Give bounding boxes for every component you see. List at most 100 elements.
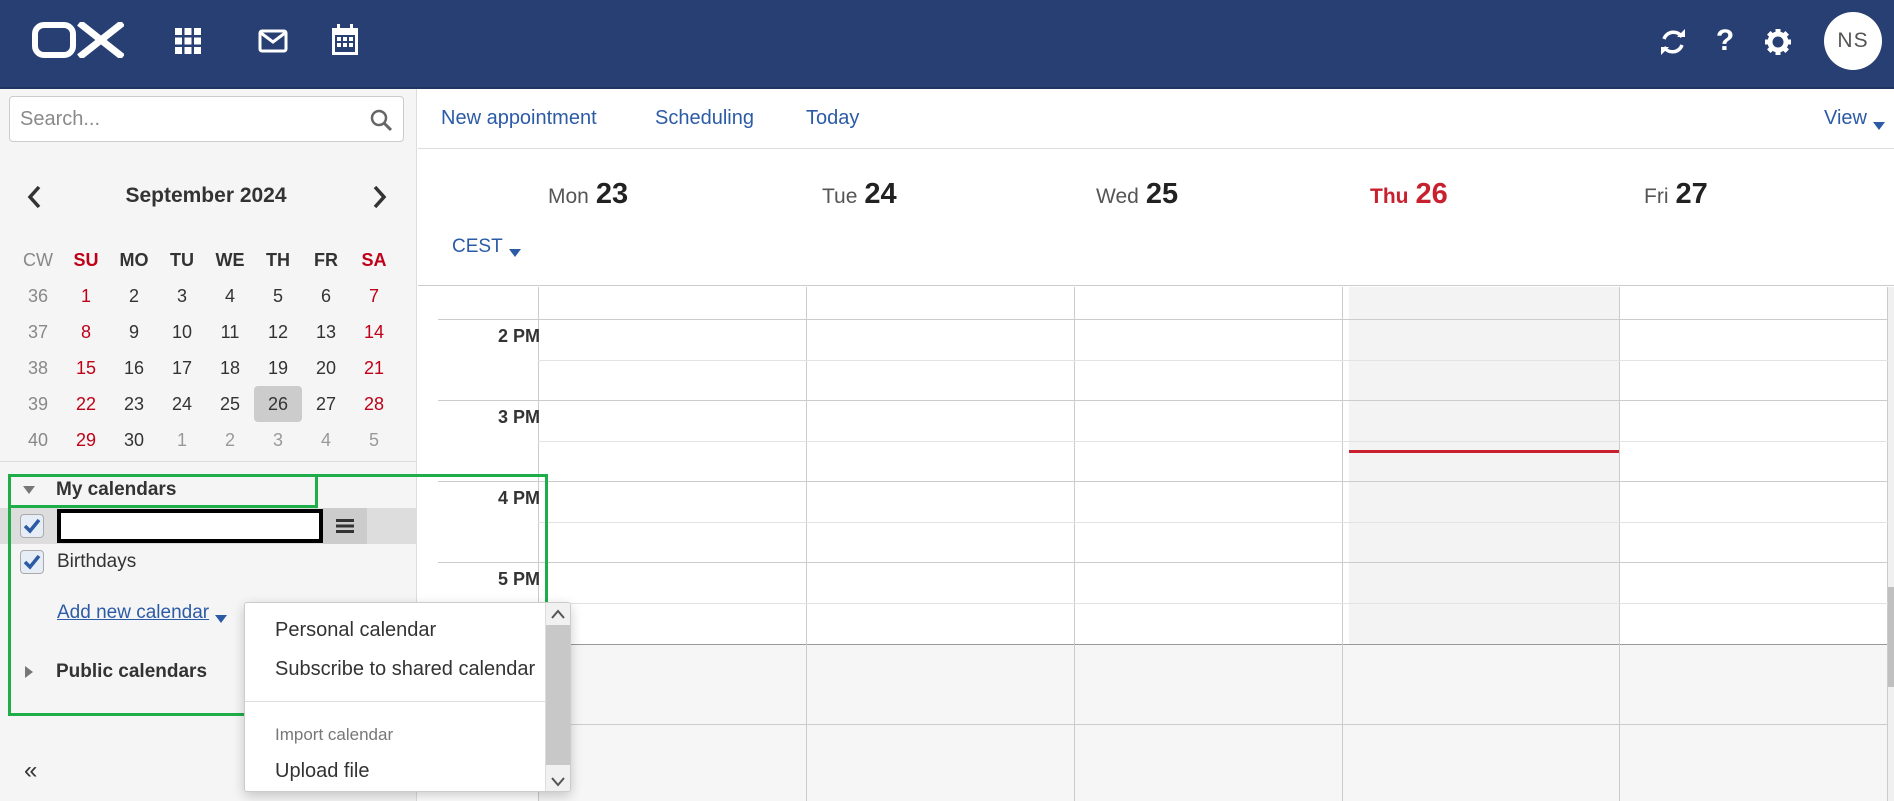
day-cell[interactable]: 1 bbox=[158, 422, 206, 458]
day-cell[interactable]: 25 bbox=[206, 386, 254, 422]
day-cell[interactable]: 10 bbox=[158, 314, 206, 350]
day-name: Tue bbox=[822, 185, 858, 208]
scroll-down-icon[interactable] bbox=[550, 775, 566, 789]
scrollbar-thumb[interactable] bbox=[546, 625, 570, 765]
hour-line bbox=[438, 400, 1894, 401]
day-cell[interactable]: 11 bbox=[206, 314, 254, 350]
search-icon[interactable] bbox=[369, 108, 393, 132]
day-cell[interactable]: 30 bbox=[110, 422, 158, 458]
mini-calendar-grid: CW SU MO TU WE TH FR SA 36 1 2 3 4 5 6 7 37 8 9 10 11 12 13 14 3… bbox=[14, 242, 398, 458]
day-cell[interactable]: 19 bbox=[254, 350, 302, 386]
scheduling-button[interactable]: Scheduling bbox=[655, 107, 754, 130]
menu-item-upload-file[interactable]: Upload file bbox=[275, 760, 370, 783]
settings-gear-icon[interactable] bbox=[1760, 24, 1796, 60]
menu-item-personal-calendar[interactable]: Personal calendar bbox=[275, 619, 436, 642]
divider bbox=[0, 461, 417, 462]
day-cell[interactable]: 18 bbox=[206, 350, 254, 386]
day-cell[interactable]: 21 bbox=[350, 350, 398, 386]
scroll-up-icon[interactable] bbox=[550, 607, 566, 621]
day-cell[interactable]: 28 bbox=[350, 386, 398, 422]
day-number: 23 bbox=[595, 178, 629, 210]
day-cell[interactable]: 17 bbox=[158, 350, 206, 386]
day-header-thu[interactable]: Thu 26 bbox=[1370, 178, 1448, 211]
half-hour-line bbox=[538, 522, 1894, 523]
day-cell[interactable]: 8 bbox=[62, 314, 110, 350]
day-cell[interactable]: 2 bbox=[110, 278, 158, 314]
caret-down-icon bbox=[508, 242, 521, 257]
ox-logo[interactable] bbox=[32, 22, 124, 58]
timezone-label: CEST bbox=[452, 236, 503, 257]
weekday-header: FR bbox=[314, 249, 338, 270]
day-cell[interactable]: 23 bbox=[110, 386, 158, 422]
day-cell[interactable]: 12 bbox=[254, 314, 302, 350]
day-cell[interactable]: 14 bbox=[350, 314, 398, 350]
day-cell[interactable]: 20 bbox=[302, 350, 350, 386]
weekday-header: TH bbox=[266, 249, 290, 270]
chevron-right-icon[interactable] bbox=[368, 184, 390, 210]
hour-line bbox=[438, 319, 1894, 320]
weekday-header: MO bbox=[119, 249, 149, 270]
day-name: Fri bbox=[1644, 185, 1669, 208]
menu-scrollbar[interactable] bbox=[545, 603, 570, 791]
calendar-icon[interactable] bbox=[328, 22, 362, 58]
search-box bbox=[9, 96, 404, 142]
day-header-tue[interactable]: Tue 24 bbox=[822, 178, 897, 211]
day-number: 27 bbox=[1675, 178, 1708, 210]
day-header-wed[interactable]: Wed 25 bbox=[1096, 178, 1178, 211]
scrollbar-thumb[interactable] bbox=[1888, 587, 1894, 687]
day-cell[interactable]: 5 bbox=[254, 278, 302, 314]
day-cell[interactable]: 3 bbox=[158, 278, 206, 314]
day-cell[interactable]: 26 bbox=[254, 386, 302, 422]
hour-line bbox=[438, 562, 1894, 563]
weekday-header: WE bbox=[215, 249, 245, 270]
help-icon[interactable]: ? bbox=[1708, 22, 1742, 60]
week-row: 40 29 30 1 2 3 4 5 bbox=[14, 422, 398, 458]
day-name: Wed bbox=[1096, 185, 1139, 208]
day-header-mon[interactable]: Mon 23 bbox=[548, 178, 628, 211]
chevron-left-icon[interactable] bbox=[24, 184, 46, 210]
day-cell[interactable]: 2 bbox=[206, 422, 254, 458]
add-calendar-dropdown-menu: Personal calendar Subscribe to shared ca… bbox=[244, 602, 571, 792]
current-time-indicator bbox=[1349, 450, 1619, 453]
day-name: Thu bbox=[1370, 185, 1409, 208]
view-dropdown[interactable]: View bbox=[1824, 107, 1885, 130]
day-cell[interactable]: 7 bbox=[350, 278, 398, 314]
week-number: 36 bbox=[27, 285, 49, 306]
half-hour-line bbox=[538, 603, 1894, 604]
off-hours-region bbox=[538, 644, 1894, 801]
week-number: 37 bbox=[27, 321, 49, 342]
day-cell[interactable]: 1 bbox=[62, 278, 110, 314]
day-cell[interactable]: 9 bbox=[110, 314, 158, 350]
day-cell[interactable]: 16 bbox=[110, 350, 158, 386]
month-title[interactable]: September 2024 bbox=[100, 184, 312, 208]
hour-label: 3 PM bbox=[497, 407, 540, 427]
menu-item-subscribe-shared[interactable]: Subscribe to shared calendar bbox=[275, 658, 535, 681]
day-header-fri[interactable]: Fri 27 bbox=[1644, 178, 1708, 211]
timezone-dropdown[interactable]: CEST bbox=[452, 236, 521, 258]
day-cell[interactable]: 24 bbox=[158, 386, 206, 422]
refresh-icon[interactable] bbox=[1655, 24, 1691, 60]
day-cell[interactable]: 29 bbox=[62, 422, 110, 458]
mail-icon[interactable] bbox=[255, 25, 291, 57]
today-button[interactable]: Today bbox=[806, 107, 859, 130]
day-cell[interactable]: 5 bbox=[350, 422, 398, 458]
day-cell[interactable]: 27 bbox=[302, 386, 350, 422]
user-avatar[interactable]: NS bbox=[1824, 12, 1882, 70]
apps-grid-icon[interactable] bbox=[172, 25, 204, 57]
day-number: 25 bbox=[1145, 178, 1179, 210]
day-cell[interactable]: 22 bbox=[62, 386, 110, 422]
week-time-grid[interactable]: 2 PM 3 PM 4 PM 5 PM bbox=[418, 287, 1894, 801]
day-cell[interactable]: 6 bbox=[302, 278, 350, 314]
search-input[interactable] bbox=[20, 97, 360, 141]
week-day-header: Mon 23 Tue 24 Wed 25 Thu 26 Fri 27 CEST bbox=[418, 150, 1894, 286]
week-row: 36 1 2 3 4 5 6 7 bbox=[14, 278, 398, 314]
weekday-header: SU bbox=[73, 249, 99, 270]
day-cell[interactable]: 3 bbox=[254, 422, 302, 458]
day-cell[interactable]: 13 bbox=[302, 314, 350, 350]
grid-scrollbar[interactable] bbox=[1888, 287, 1894, 801]
day-cell[interactable]: 4 bbox=[302, 422, 350, 458]
day-cell[interactable]: 4 bbox=[206, 278, 254, 314]
day-cell[interactable]: 15 bbox=[62, 350, 110, 386]
collapse-sidebar-button[interactable]: « bbox=[24, 757, 37, 785]
new-appointment-button[interactable]: New appointment bbox=[441, 107, 597, 130]
